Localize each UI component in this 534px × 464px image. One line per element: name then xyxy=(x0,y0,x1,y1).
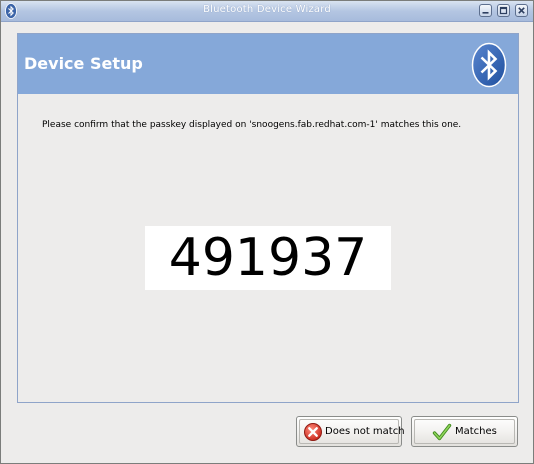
bluetooth-logo-icon xyxy=(471,42,507,88)
minimize-icon xyxy=(482,12,489,14)
does-not-match-button[interactable]: Does not match xyxy=(296,416,405,447)
page-title: Device Setup xyxy=(24,54,143,73)
close-button[interactable] xyxy=(515,4,528,17)
wizard-window: Bluetooth Device Wizard Device Setup Ple… xyxy=(0,0,534,464)
maximize-icon xyxy=(499,6,508,15)
red-x-icon xyxy=(304,423,322,441)
passkey-value: 491937 xyxy=(168,228,368,288)
close-icon xyxy=(518,7,525,14)
header-band: Device Setup xyxy=(18,34,518,94)
window-title: Bluetooth Device Wizard xyxy=(203,4,331,15)
does-not-match-label: Does not match xyxy=(325,426,405,437)
title-bar[interactable]: Bluetooth Device Wizard xyxy=(1,1,533,22)
passkey-display: 491937 xyxy=(145,226,391,290)
minimize-button[interactable] xyxy=(479,4,492,17)
matches-label: Matches xyxy=(455,426,497,437)
green-checkmark-icon xyxy=(432,423,452,441)
matches-button[interactable]: Matches xyxy=(411,416,518,447)
wizard-page: Device Setup Please confirm that the pas… xyxy=(17,33,519,403)
confirm-instruction: Please confirm that the passkey displaye… xyxy=(42,120,462,130)
maximize-button[interactable] xyxy=(497,4,510,17)
